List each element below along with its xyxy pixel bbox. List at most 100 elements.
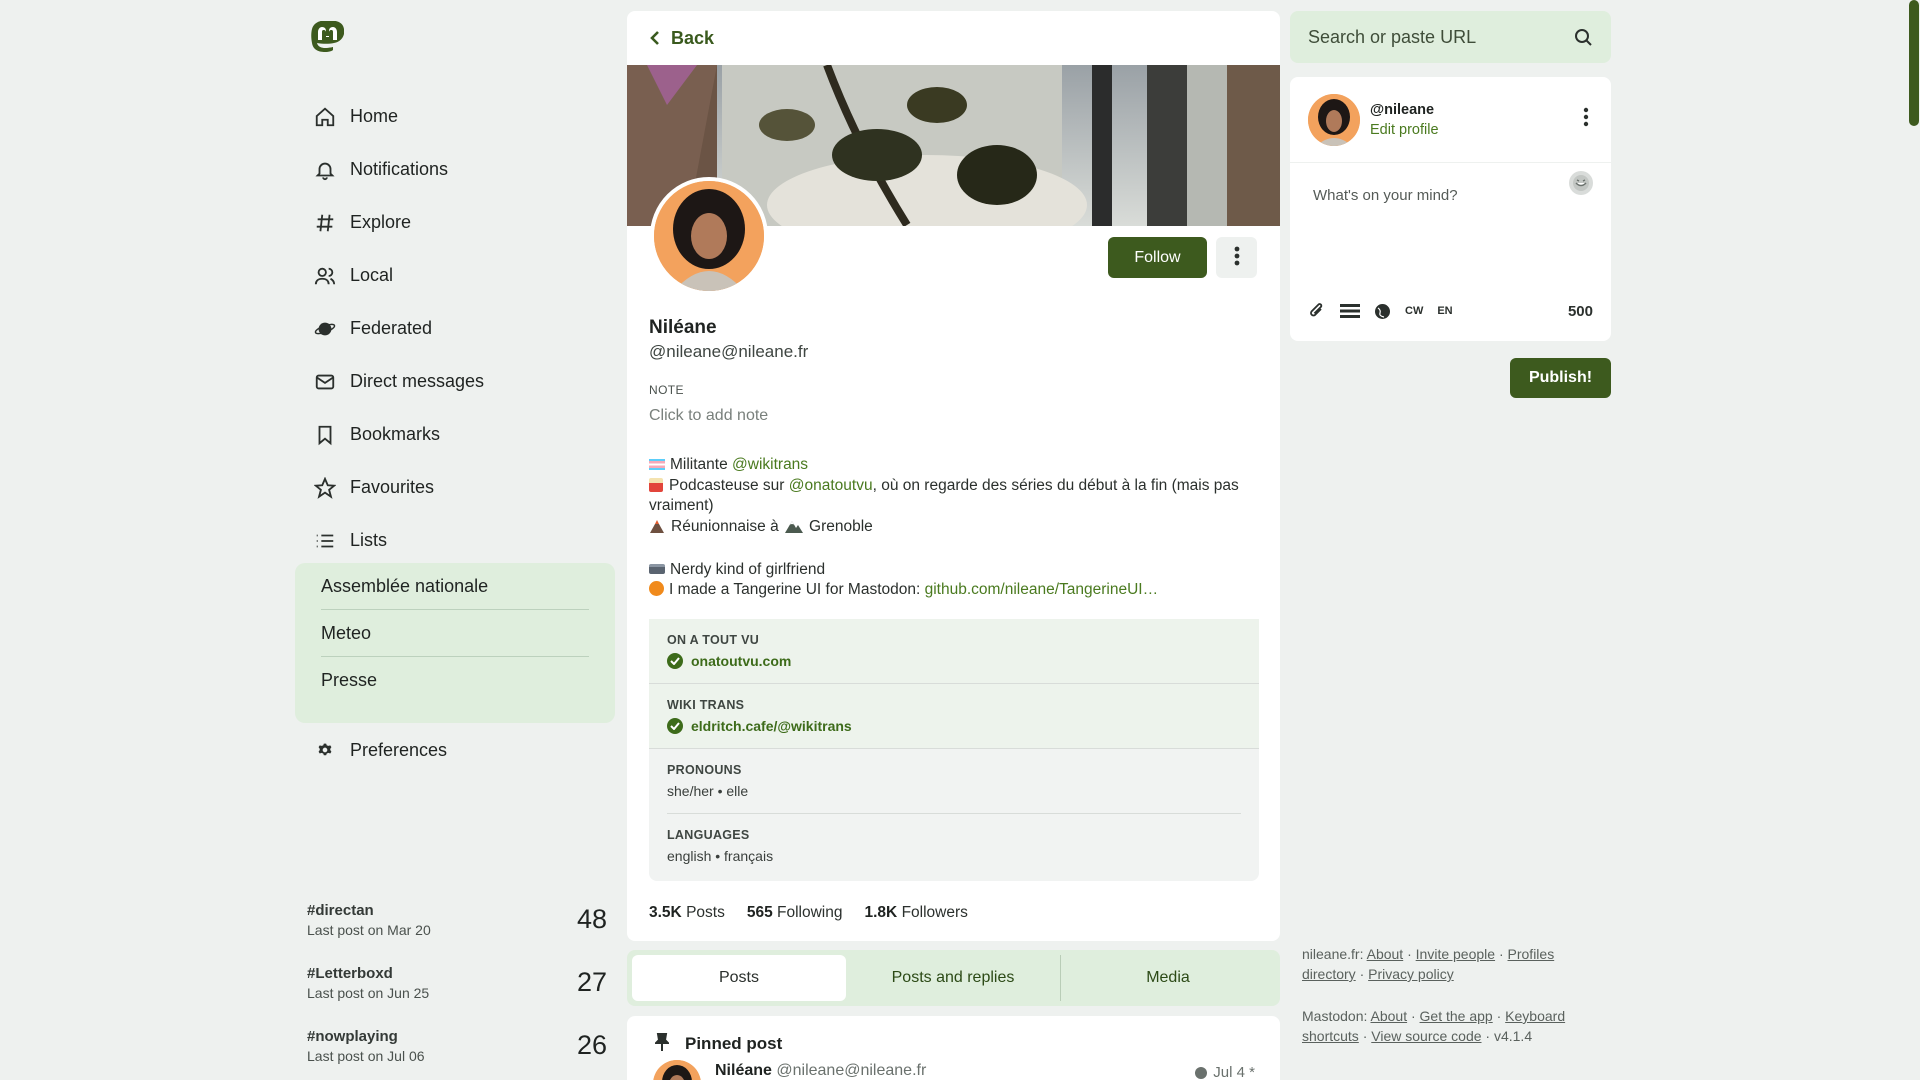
trend-count: 26 <box>576 1030 607 1060</box>
profile-bio: Militante @wikitrans Podcasteuse sur @on… <box>649 455 1259 601</box>
emoji-picker-icon[interactable] <box>1569 171 1593 195</box>
more-vertical-icon[interactable] <box>1583 107 1589 132</box>
language-button[interactable]: EN <box>1437 305 1452 317</box>
post-date[interactable]: Jul 4 * <box>1194 1064 1255 1080</box>
nav-item-federated[interactable]: Federated <box>312 302 622 355</box>
tab-posts-and-replies[interactable]: Posts and replies <box>846 955 1061 1001</box>
list-item-presse[interactable]: Presse <box>321 657 589 704</box>
mention-wikitrans-link[interactable]: @wikitrans <box>732 456 808 473</box>
field-value: english • français <box>667 848 774 864</box>
bell-icon <box>312 157 338 183</box>
followers-count[interactable]: 1.8K Followers <box>865 904 968 922</box>
bio-text: Podcasteuse sur <box>669 476 789 494</box>
pinned-label: Pinned post <box>685 1034 783 1053</box>
bio-line <box>649 539 1259 560</box>
mention-onatoutvu-link[interactable]: @onatoutvu <box>789 477 873 494</box>
instance-links: nileane.fr: About · Invite people · Prof… <box>1302 946 1555 982</box>
trans-flag-icon <box>649 459 665 470</box>
privacy-link[interactable]: Privacy policy <box>1368 966 1454 982</box>
nav-item-lists[interactable]: Lists <box>312 514 622 567</box>
list-item-meteo[interactable]: Meteo <box>321 610 589 657</box>
source-code-link[interactable]: View source code <box>1371 1028 1481 1044</box>
bio-text: I made a Tangerine UI for Mastodon: <box>669 581 925 598</box>
main-navigation: Home Notifications Explore Local Federat… <box>312 90 622 567</box>
content-warning-button[interactable]: CW <box>1405 305 1423 317</box>
account-handle[interactable]: @nileane <box>1370 102 1439 118</box>
bookmark-icon <box>312 422 338 448</box>
tab-posts[interactable]: Posts <box>632 955 846 1001</box>
note-label: NOTE <box>649 383 684 397</box>
hashtag-icon <box>312 210 338 236</box>
mastodon-about-link[interactable]: About <box>1371 1008 1408 1024</box>
mastodon-logo-icon[interactable] <box>310 20 346 58</box>
field-key: ON A TOUT VU <box>667 633 760 647</box>
follow-button[interactable]: Follow <box>1108 237 1207 278</box>
tab-media[interactable]: Media <box>1061 955 1275 1001</box>
about-link[interactable]: About <box>1367 946 1404 962</box>
search-input[interactable]: Search or paste URL <box>1290 11 1611 63</box>
bio-text: Nerdy kind of girlfriend <box>670 560 826 578</box>
publish-button[interactable]: Publish! <box>1510 358 1611 398</box>
keyboard-icon <box>649 563 665 574</box>
field-key: PRONOUNS <box>667 763 742 777</box>
profile-more-button[interactable] <box>1216 237 1257 278</box>
nav-item-explore[interactable]: Explore <box>312 196 622 249</box>
scrollbar[interactable] <box>1906 0 1920 1080</box>
bio-line: Réunionnaise à Grenoble <box>649 517 1259 540</box>
globe-icon <box>1194 1066 1208 1080</box>
nav-item-home[interactable]: Home <box>312 90 622 143</box>
profile-field: ON A TOUT VU onatoutvu.com <box>649 619 1259 684</box>
nav-label: Bookmarks <box>350 424 441 444</box>
field-value[interactable]: onatoutvu.com <box>667 653 1241 669</box>
post-author[interactable]: Niléane @nileane@nileane.fr <box>715 1062 926 1080</box>
trend-item[interactable]: #nowplaying Last post on Jul 06 26 <box>307 1014 607 1077</box>
back-button[interactable]: Back <box>627 11 1280 65</box>
globe-icon[interactable] <box>1374 303 1391 320</box>
nav-item-bookmarks[interactable]: Bookmarks <box>312 408 622 461</box>
bio-text: Militante <box>670 456 733 473</box>
profile-avatar[interactable] <box>650 177 768 295</box>
field-value: she/her • elle <box>667 783 749 799</box>
get-app-link[interactable]: Get the app <box>1420 1008 1493 1024</box>
nav-label: Federated <box>350 318 433 338</box>
bio-line: Podcasteuse sur @onatoutvu, où on regard… <box>649 476 1259 517</box>
nav-item-direct-messages[interactable]: Direct messages <box>312 355 622 408</box>
list-icon <box>312 528 338 554</box>
chevron-left-icon <box>649 30 661 46</box>
post-author-avatar[interactable] <box>653 1060 701 1080</box>
avatar[interactable] <box>1308 93 1360 146</box>
profile-field: WIKI TRANS eldritch.cafe/@wikitrans <box>649 684 1259 749</box>
nav-item-favourites[interactable]: Favourites <box>312 461 622 514</box>
nav-item-notifications[interactable]: Notifications <box>312 143 622 196</box>
trend-item[interactable]: #Letterboxd Last post on Jun 25 27 <box>307 951 607 1014</box>
compose-textarea[interactable]: What's on your mind? <box>1313 187 1458 204</box>
attach-icon[interactable] <box>1308 302 1326 320</box>
github-link[interactable]: github.com/nileane/TangerineUI… <box>925 581 1159 598</box>
note-input[interactable]: Click to add note <box>649 407 768 425</box>
posts-count[interactable]: 3.5K Posts <box>649 904 725 922</box>
trend-last-post: Last post on Mar 20 <box>307 921 431 938</box>
volcano-icon <box>649 519 665 540</box>
trend-item[interactable]: #directan Last post on Mar 20 48 <box>307 888 607 951</box>
nav-label: Direct messages <box>350 371 485 391</box>
scrollbar-thumb[interactable] <box>1909 0 1919 126</box>
profile-card: Follow Niléane @nileane@nileane.fr NOTE … <box>627 65 1280 941</box>
edit-profile-link[interactable]: Edit profile <box>1370 122 1439 138</box>
pinned-post[interactable]: Pinned post Niléane @nileane@nileane.fr … <box>627 1016 1280 1080</box>
poll-icon[interactable] <box>1340 303 1360 319</box>
trend-tag: #directan <box>307 901 374 919</box>
character-counter: 500 <box>1567 303 1593 320</box>
compose-toolbar: CW EN <box>1308 302 1453 320</box>
nav-item-local[interactable]: Local <box>312 249 622 302</box>
search-icon[interactable] <box>1573 27 1593 47</box>
list-item-assemblee-nationale[interactable]: Assemblée nationale <box>321 563 589 610</box>
following-count[interactable]: 565 Following <box>747 904 843 922</box>
star-icon <box>312 475 338 501</box>
field-value[interactable]: eldritch.cafe/@wikitrans <box>667 718 1241 734</box>
invite-link[interactable]: Invite people <box>1416 946 1495 962</box>
users-icon <box>312 263 338 289</box>
profile-stats: 3.5K Posts 565 Following 1.8K Followers <box>649 904 968 922</box>
nav-item-preferences[interactable]: Preferences <box>312 735 447 765</box>
profile-column: Back Follow Niléane @nileane@nileane.fr … <box>627 11 1280 941</box>
verified-check-icon <box>667 718 683 734</box>
